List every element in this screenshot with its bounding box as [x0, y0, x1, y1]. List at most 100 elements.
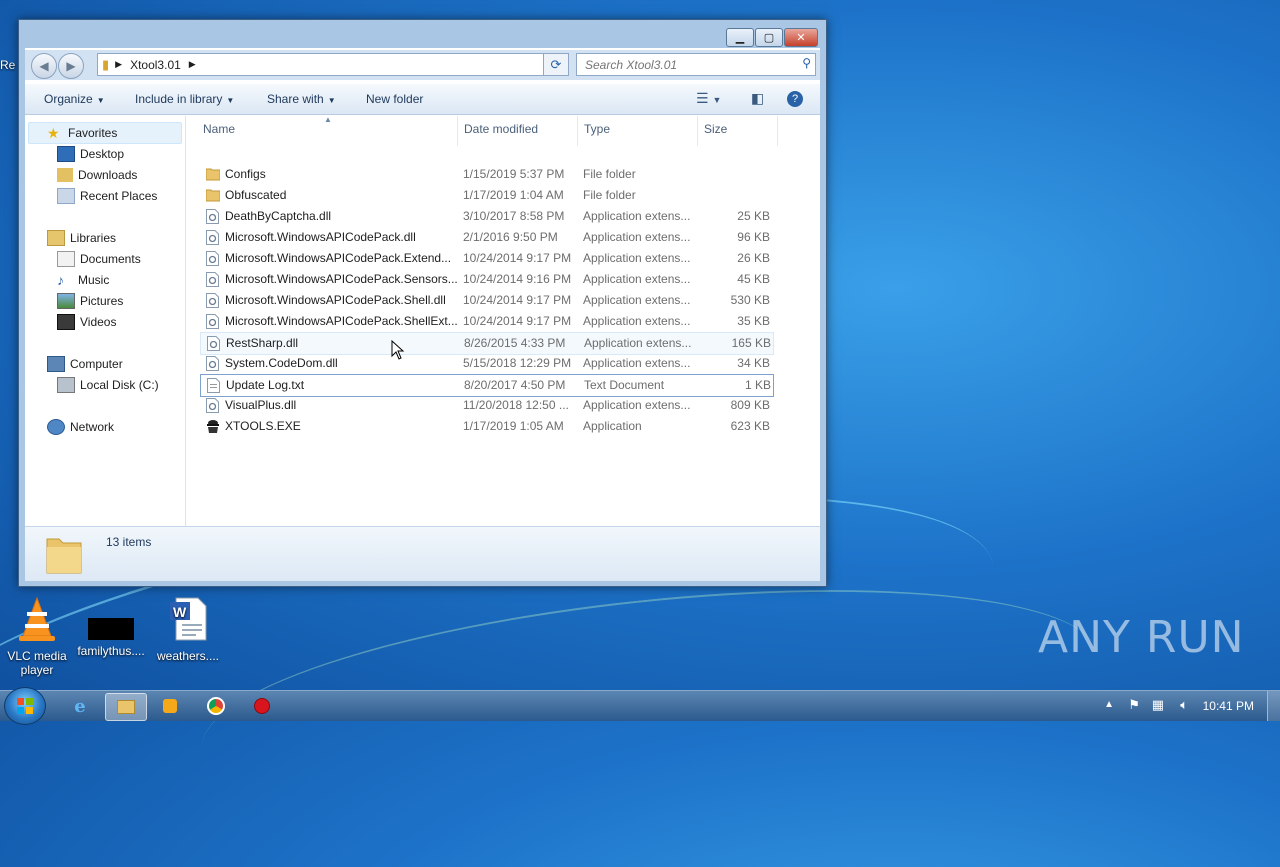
file-row[interactable]: VisualPlus.dll 11/20/2018 12:50 ... Applic… [200, 395, 772, 416]
desktop-icon-weathers[interactable]: W weathers.... [153, 596, 223, 663]
refresh-button[interactable]: ⟳ [543, 53, 569, 76]
taskbar-opera-icon[interactable] [242, 693, 282, 719]
volume-icon[interactable]: 🔈︎ [1180, 697, 1188, 713]
file-size: 1 KB [744, 378, 771, 392]
address-bar[interactable]: ▮ ▶ Xtool3.01 ▶ ▼ [97, 53, 569, 76]
start-button[interactable] [4, 687, 46, 725]
help-icon[interactable]: ? [787, 91, 803, 107]
nav-libraries[interactable]: Libraries [47, 229, 116, 247]
column-separator[interactable] [777, 116, 778, 146]
show-hidden-icons-icon[interactable]: ▲ [1104, 699, 1114, 710]
folder-icon: ▮ [102, 56, 110, 72]
folder-large-icon [45, 533, 83, 578]
taskbar-explorer-icon[interactable] [105, 693, 147, 721]
chevron-right-icon[interactable]: ▶ [115, 59, 122, 70]
show-desktop-button[interactable] [1267, 691, 1280, 721]
file-size: 165 KB [731, 336, 771, 350]
dll-file-icon [206, 398, 219, 413]
chevron-down-icon: ▼ [226, 96, 235, 105]
file-row[interactable]: Microsoft.WindowsAPICodePack.Shell.dll 10… [200, 290, 772, 311]
include-in-library-button[interactable]: Include in library ▼ [135, 92, 234, 106]
maximize-button[interactable]: ▢ [755, 28, 783, 47]
file-row[interactable]: Update Log.txt 8/20/2017 4:50 PM Text Docu… [200, 374, 774, 397]
taskbar-media-player-icon[interactable] [150, 693, 190, 719]
desktop-icon-familythus[interactable]: familythus.... [76, 596, 146, 658]
nav-desktop[interactable]: Desktop [57, 145, 124, 163]
new-folder-button[interactable]: New folder [366, 92, 423, 106]
file-type: Application extens... [584, 336, 692, 350]
nav-pictures[interactable]: Pictures [57, 292, 123, 310]
black-thumbnail-icon [88, 618, 134, 640]
documents-icon [57, 251, 75, 267]
file-row[interactable]: Microsoft.WindowsAPICodePack.Sensors... 1… [200, 269, 772, 290]
desktop-partial-label[interactable]: Re [0, 58, 15, 72]
taskbar: e ▲ ⚑ ▦ 🔈︎ 10:41 PM [0, 687, 1280, 725]
file-date: 8/20/2017 4:50 PM [464, 378, 566, 392]
column-header-size[interactable]: Size [704, 122, 727, 136]
file-type: Text Document [584, 378, 665, 392]
taskbar-ie-icon[interactable]: e [60, 693, 100, 719]
view-options-icon[interactable]: ☰ ▼ [696, 90, 721, 107]
preview-pane-icon[interactable]: ◧ [751, 90, 764, 107]
file-row[interactable]: Microsoft.WindowsAPICodePack.Extend... 10… [200, 248, 772, 269]
minimize-button[interactable]: ▁ [726, 28, 754, 47]
file-name: Microsoft.WindowsAPICodePack.dll [225, 230, 416, 244]
taskbar-chrome-icon[interactable] [196, 693, 236, 719]
nav-label: Computer [70, 357, 123, 371]
action-center-flag-icon[interactable]: ⚑ [1128, 697, 1140, 713]
network-icon [47, 419, 65, 435]
file-row[interactable]: Obfuscated 1/17/2019 1:04 AM File folder [200, 185, 772, 206]
nav-downloads[interactable]: Downloads [57, 166, 137, 184]
nav-recent-places[interactable]: Recent Places [57, 187, 157, 205]
file-row[interactable]: Microsoft.WindowsAPICodePack.dll 2/1/2016… [200, 227, 772, 248]
column-header-date[interactable]: Date modified [464, 122, 538, 136]
breadcrumb-item[interactable]: Xtool3.01 [130, 58, 181, 72]
column-header-name[interactable]: Name [203, 122, 235, 136]
file-row[interactable]: XTOOLS.EXE 1/17/2019 1:05 AM Application 62… [200, 416, 772, 437]
file-row[interactable]: Configs 1/15/2019 5:37 PM File folder [200, 164, 772, 185]
anyrun-watermark: ANY RUN [1038, 612, 1245, 663]
nav-label: Libraries [70, 231, 117, 245]
file-row[interactable]: System.CodeDom.dll 5/15/2018 12:29 PM Appl… [200, 353, 772, 374]
nav-documents[interactable]: Documents [57, 250, 141, 268]
column-header-type[interactable]: Type [584, 122, 610, 136]
network-status-icon[interactable]: ▦ [1152, 697, 1164, 713]
nav-music[interactable]: ♪ Music [57, 271, 109, 289]
forward-button[interactable]: ▶ [58, 53, 84, 79]
desktop-icon-label: VLC media player [7, 649, 67, 677]
nav-videos[interactable]: Videos [57, 313, 116, 331]
file-name: Obfuscated [225, 188, 287, 202]
organize-button[interactable]: Organize ▼ [44, 92, 105, 106]
file-type: Application [583, 419, 642, 433]
file-type: Application extens... [583, 209, 691, 223]
chevron-right-icon[interactable]: ▶ [189, 59, 196, 70]
search-box[interactable]: ⚲ [576, 53, 816, 76]
file-size: 96 KB [737, 230, 770, 244]
search-input[interactable] [583, 54, 792, 75]
nav-local-disk[interactable]: Local Disk (C:) [57, 376, 159, 394]
file-size: 530 KB [730, 293, 770, 307]
search-icon[interactable]: ⚲ [802, 56, 811, 70]
file-row[interactable]: DeathByCaptcha.dll 3/10/2017 8:58 PM Appli… [200, 206, 772, 227]
share-with-button[interactable]: Share with ▼ [267, 92, 336, 106]
word-document-icon: W [153, 596, 223, 645]
file-name: Update Log.txt [226, 378, 305, 392]
close-button[interactable]: ✕ [784, 28, 818, 47]
nav-network[interactable]: Network [47, 418, 114, 436]
mouse-cursor-icon [391, 339, 405, 363]
back-button[interactable]: ◀ [31, 53, 57, 79]
file-row[interactable]: RestSharp.dll 8/26/2015 4:33 PM Applicatio… [200, 332, 774, 355]
column-separator[interactable] [697, 116, 698, 146]
file-size: 25 KB [737, 209, 770, 223]
file-row[interactable]: Microsoft.WindowsAPICodePack.ShellExt...… [200, 311, 772, 332]
column-separator[interactable] [457, 116, 458, 146]
nav-favorites[interactable]: ★ Favorites [47, 124, 117, 142]
taskbar-clock[interactable]: 10:41 PM [1203, 699, 1254, 713]
nav-label: Videos [80, 315, 117, 329]
desktop-icon-vlc[interactable]: VLC media player [2, 596, 72, 677]
file-type: Application extens... [583, 293, 691, 307]
nav-computer[interactable]: Computer [47, 355, 123, 373]
explorer-window[interactable]: ▁ ▢ ✕ ◀ ▶ ▮ ▶ Xtool3.01 ▶ ▼ ⟳ ⚲ Organize… [18, 19, 827, 587]
column-separator[interactable] [577, 116, 578, 146]
text-file-icon [207, 378, 220, 393]
